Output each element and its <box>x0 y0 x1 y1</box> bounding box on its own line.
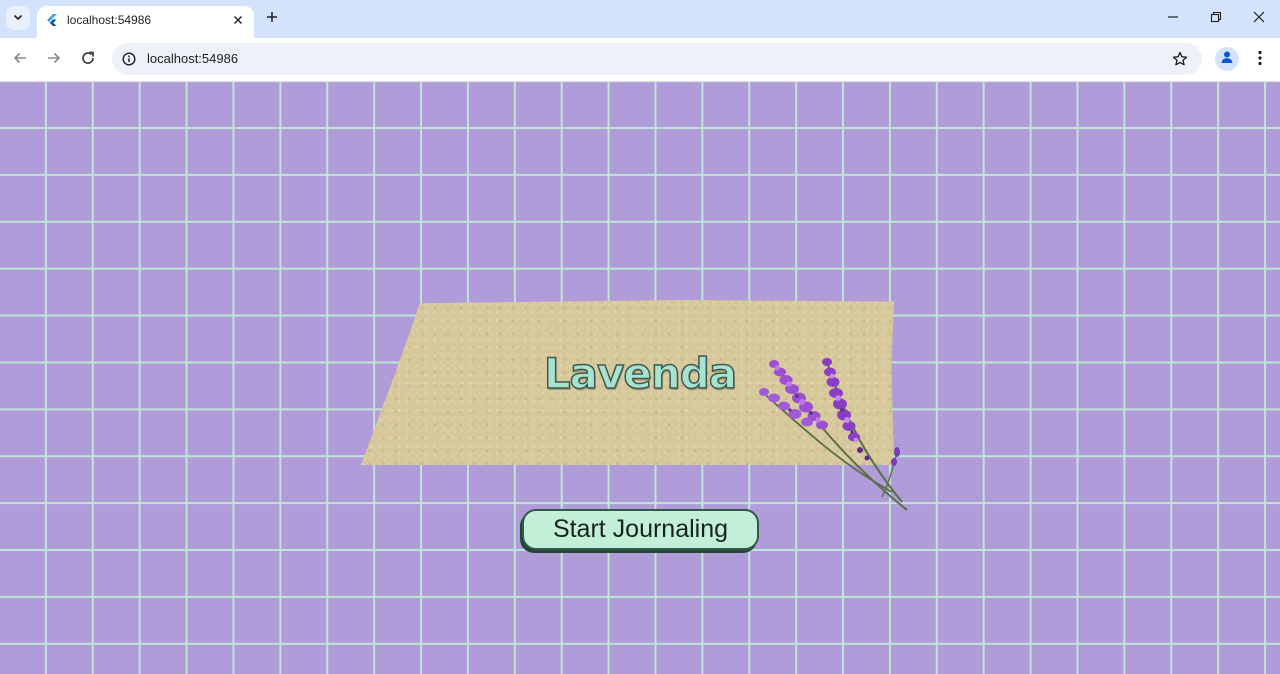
info-icon[interactable] <box>120 50 138 68</box>
forward-button[interactable] <box>42 48 66 72</box>
app-title: Lavenda <box>543 348 738 399</box>
reload-icon <box>80 50 96 71</box>
start-journaling-button[interactable]: Start Journaling <box>522 509 759 550</box>
address-bar[interactable]: localhost:54986 <box>112 43 1202 75</box>
back-arrow-icon <box>12 50 28 71</box>
browser-menu-button[interactable] <box>1250 48 1270 72</box>
minimize-button[interactable] <box>1161 8 1185 30</box>
more-vert-icon <box>1258 50 1262 71</box>
chevron-down-icon <box>13 9 23 27</box>
close-window-button[interactable] <box>1247 8 1271 30</box>
forward-arrow-icon <box>46 50 62 71</box>
tab-search-button[interactable] <box>6 6 30 30</box>
flutter-icon <box>45 13 59 27</box>
restore-button[interactable] <box>1204 8 1228 30</box>
back-button[interactable] <box>8 48 32 72</box>
reload-button[interactable] <box>76 48 100 72</box>
star-icon[interactable] <box>1170 49 1190 69</box>
minimize-icon <box>1167 10 1179 28</box>
person-icon <box>1219 49 1235 70</box>
lavender-sprig-illustration <box>759 358 908 511</box>
url-text[interactable]: localhost:54986 <box>147 51 238 66</box>
restore-icon <box>1210 10 1222 28</box>
close-icon <box>1253 10 1265 28</box>
browser-tab-strip: localhost:54986 <box>0 0 1280 38</box>
browser-tab[interactable]: localhost:54986 <box>37 6 254 38</box>
new-tab-button[interactable] <box>262 9 282 29</box>
tab-title: localhost:54986 <box>67 13 152 27</box>
page-viewport: Lavenda Start Journaling <box>0 82 1280 674</box>
browser-toolbar: localhost:54986 <box>0 38 1280 82</box>
close-icon[interactable] <box>230 12 246 28</box>
profile-button[interactable] <box>1215 47 1239 71</box>
plus-icon <box>266 10 278 28</box>
